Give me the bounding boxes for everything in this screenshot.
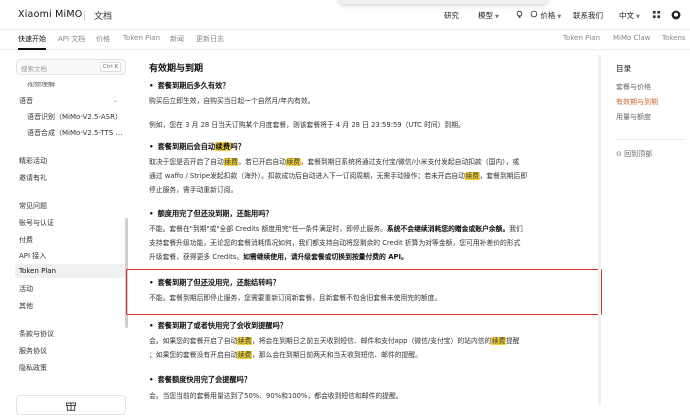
answer-usage-reminder: 会。当您当前的套餐用量达到了50%、90%和100%，都会收到短信和邮件的提醒。: [149, 392, 403, 400]
grid-icon: [652, 10, 661, 19]
question-validity: • 套餐到期后多久有效？: [149, 81, 230, 90]
question-usage-reminder: • 套餐额度快用完了会提醒吗？: [149, 375, 252, 384]
active-tab-indicator: [18, 48, 46, 50]
content-scrollbar-track[interactable]: [598, 55, 601, 405]
answer-validity-example: 例如，您在 3 月 28 日当天订购某个月度套餐，则该套餐将于 4 月 28 日…: [149, 121, 465, 129]
lightbulb-icon: [516, 10, 523, 18]
toc-item-usage[interactable]: 用量与额度: [616, 112, 651, 122]
chevron-down-icon: ⌄: [113, 97, 119, 104]
sub-nav: 快速开始 API 文档 价格 Token Plan 新闻 更新日志 Token …: [0, 30, 690, 50]
sidebar-item-payment[interactable]: 付费: [19, 235, 33, 245]
tag-icon: [530, 10, 538, 18]
sidebar-item-faq[interactable]: 常见问题: [19, 201, 47, 211]
toc-item-plans[interactable]: 套餐与价格: [616, 82, 651, 92]
nav-contact[interactable]: 联系我们: [573, 10, 603, 21]
sidebar-item-audio[interactable]: 语音: [19, 96, 33, 106]
answer-quota-line2: 支持套餐升级功能，无论您的套餐消耗情况如何，我们都支持自动将您剩余的 Credi…: [149, 239, 521, 247]
back-to-top-link[interactable]: ⊙ 回到顶部: [616, 149, 652, 159]
chevron-down-icon: ▼: [636, 14, 640, 20]
link-tokens[interactable]: Tokens: [662, 34, 686, 42]
answer-reminder-line1: 会。如果您的套餐开启了自动续费，将会在到期日之前五天收到短信、邮件和支付app（…: [149, 337, 520, 345]
sidebar-item-terms[interactable]: 条款与协议: [19, 329, 54, 339]
sidebar-item-tts[interactable]: 语音合成（MiMo-V2.5-TTS …: [27, 128, 122, 138]
toc-item-validity[interactable]: 有效期与到期: [616, 97, 658, 107]
sidebar: 搜索文档 Ctrl K 视频理解 语音 ⌄ 语音识别（MiMo-V2.5-ASR…: [0, 51, 134, 419]
highlight-annotation-box: [126, 269, 602, 315]
question-quota-exhausted: • 额度用完了但还没到期，还能用吗？: [149, 209, 273, 218]
tab-changelog[interactable]: 更新日志: [196, 34, 224, 44]
gift-icon: [65, 400, 77, 414]
sidebar-item-referral[interactable]: 邀请有礼: [19, 173, 47, 183]
answer-auto-renew-line2: 通过 waffo / Stripe发起扣款（海外）。扣款成功后自动进入下一订阅周…: [149, 172, 528, 180]
arrow-up-icon: ⊙: [616, 150, 625, 158]
gift-button[interactable]: [16, 395, 126, 415]
github-link[interactable]: [671, 10, 681, 22]
answer-validity: 购买后立即生效，自购买当日起一个自然月/年内有效。: [149, 97, 315, 105]
sidebar-item-token-plan[interactable]: Token Plan: [19, 267, 56, 275]
chevron-down-icon: ▼: [495, 14, 499, 20]
question-auto-renew: • 套餐到期后会自动续费吗？: [149, 142, 245, 151]
tab-news[interactable]: 新闻: [170, 34, 184, 44]
search-input[interactable]: 搜索文档 Ctrl K: [16, 59, 126, 75]
docs-label[interactable]: 文档: [94, 9, 112, 22]
sidebar-item-account[interactable]: 账号与认证: [19, 218, 54, 228]
tab-quickstart[interactable]: 快速开始: [18, 34, 46, 44]
sidebar-item-other[interactable]: 其他: [19, 301, 33, 311]
github-icon: [671, 10, 681, 20]
answer-quota-line3: 升级套餐，获得更多 Credits。如需继续使用，请升级套餐或切换到按量付费的 …: [149, 253, 408, 261]
sidebar-item-activity[interactable]: 活动: [19, 284, 33, 294]
sidebar-item-service-agreement[interactable]: 服务协议: [19, 346, 47, 356]
nav-models[interactable]: 模型 ▼: [478, 10, 499, 21]
sidebar-item-privacy[interactable]: 隐私政策: [19, 363, 47, 373]
apps-button[interactable]: [652, 10, 661, 21]
main-content: 有效期与到期 • 套餐到期后多久有效？ 购买后立即生效，自购买当日起一个自然月/年…: [146, 51, 600, 419]
link-mimo-claw[interactable]: MiMo Claw: [613, 34, 650, 42]
popover-edge: [338, 0, 548, 4]
logo[interactable]: Xiaomi MiMO: [18, 9, 82, 20]
answer-quota-line1: 不能。套餐在"到期"或"全部 Credits 额度用完"任一条件满足时，即停止服…: [149, 225, 523, 233]
sidebar-item-video-understanding[interactable]: 视频理解: [27, 82, 55, 89]
sidebar-item-events[interactable]: 精彩活动: [19, 156, 47, 166]
section-title: 有效期与到期: [149, 64, 204, 74]
question-reminder: • 套餐到期了或者快用完了会收到提醒吗？: [149, 321, 287, 330]
toc-title: 目录: [616, 64, 631, 73]
sidebar-item-asr[interactable]: 语音识别（MiMo-V2.5-ASR）: [27, 112, 122, 122]
top-bar: Xiaomi MiMO 文档 研究 模型 ▼ 价格 ▼ 联系我们 中文 ▼: [0, 0, 690, 30]
tab-pricing[interactable]: 价格: [96, 34, 110, 44]
nav-pricing[interactable]: 价格 ▼: [530, 10, 561, 21]
nav-research[interactable]: 研究: [444, 10, 459, 21]
toc-divider: [616, 139, 686, 140]
answer-reminder-line2: ；如果您的套餐没有开启自动续费，那么会在到期日前两天和当天收到短信、邮件的提醒。: [149, 351, 422, 359]
sidebar-item-api-access[interactable]: API 接入: [19, 251, 46, 261]
language-selector[interactable]: 中文 ▼: [619, 10, 640, 21]
link-token-plan[interactable]: Token Plan: [563, 34, 600, 42]
tab-token-plan[interactable]: Token Plan: [123, 34, 160, 42]
answer-auto-renew-line3: 停止服务，需手动重新订阅。: [149, 186, 238, 194]
answer-auto-renew-line1: 取决于您是否开启了自动续费。若已开启自动续费，套餐到期日系统将通过支付宝/微信/…: [149, 158, 520, 166]
shortcut-badge: Ctrl K: [99, 62, 121, 72]
chevron-down-icon: ▼: [557, 14, 562, 20]
logo-divider: [84, 10, 85, 21]
theme-toggle[interactable]: [515, 10, 524, 21]
tab-api-docs[interactable]: API 文档: [58, 34, 85, 44]
